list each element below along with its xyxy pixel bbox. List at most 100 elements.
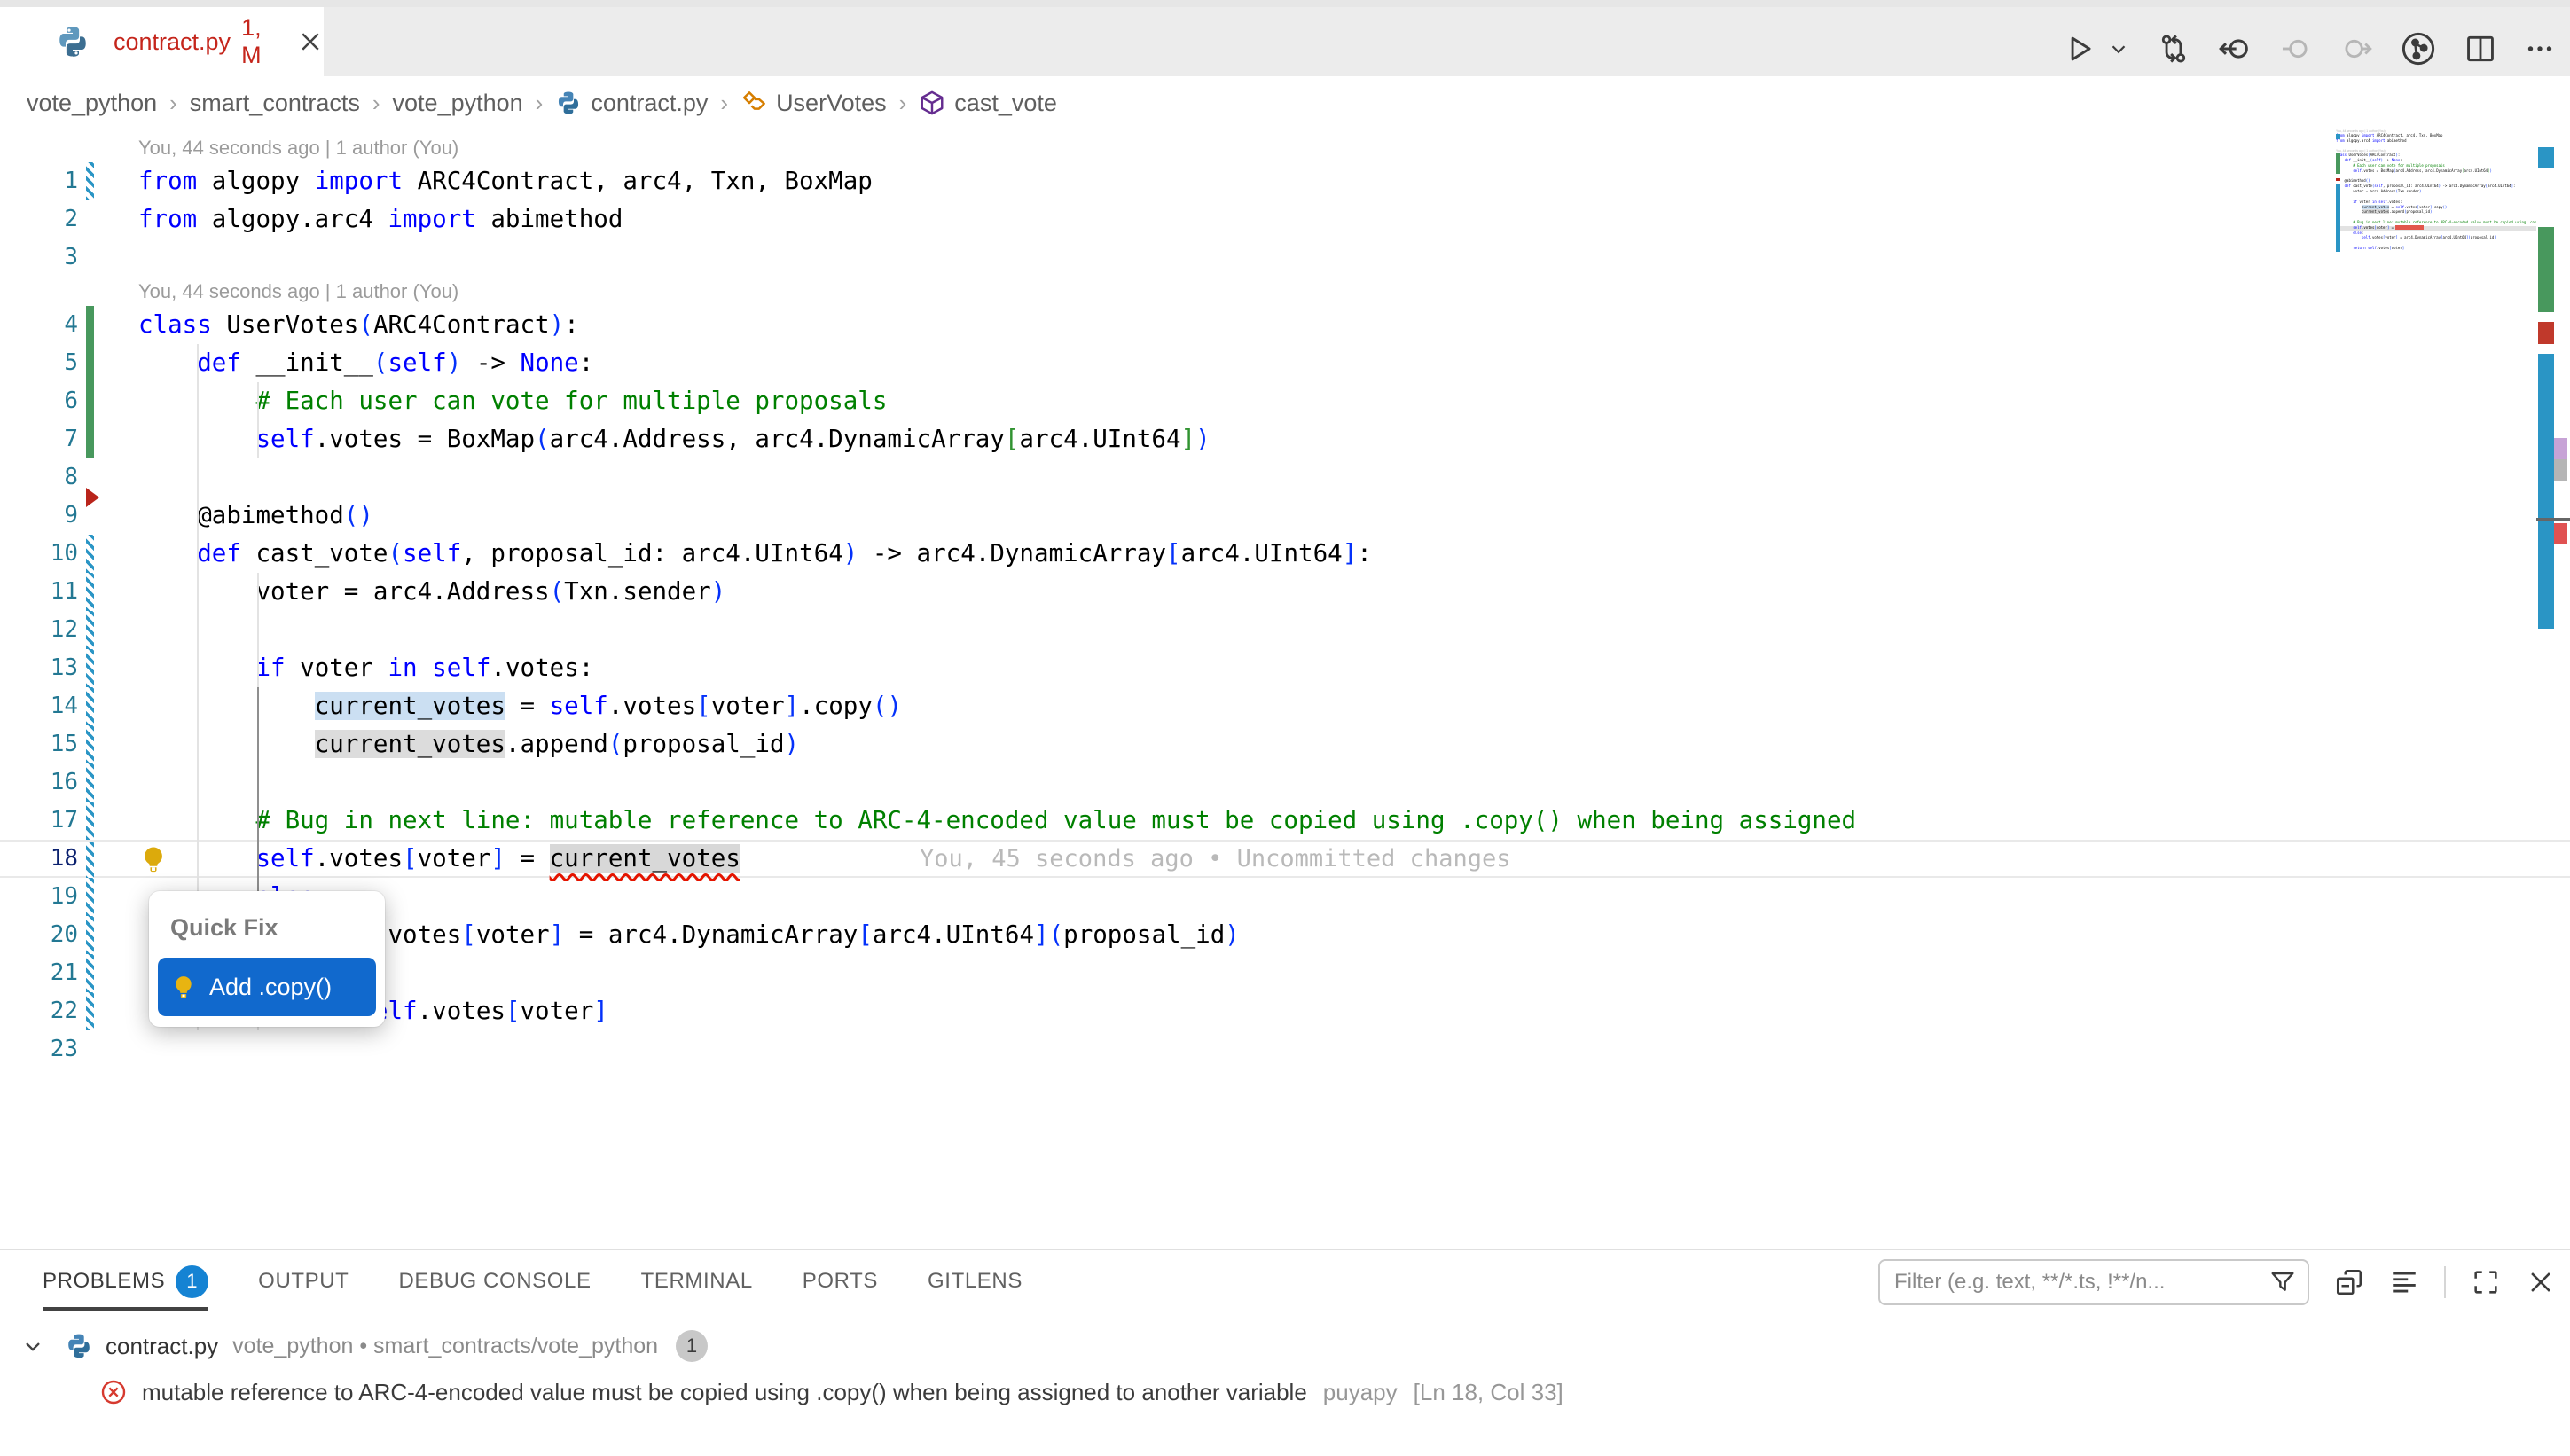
line-number[interactable]: 8 [0,458,78,497]
code-line-19[interactable]: 19 else: [0,878,2570,916]
code-editor[interactable]: You, 44 seconds ago | 1 author (You)1fro… [0,129,2570,1249]
line-number[interactable]: 11 [0,573,78,611]
line-number[interactable]: 6 [0,382,78,420]
code-line-18[interactable]: 18 self.votes[voter] = current_votesYou,… [0,840,2570,878]
commit-graph-icon[interactable] [2400,30,2437,67]
code-line-16[interactable]: 16 [0,763,2570,802]
git-added-gutter-marker[interactable] [86,306,94,344]
line-number[interactable]: 2 [0,200,78,239]
breadcrumb-folder[interactable]: vote_python [27,90,157,117]
git-added-gutter-marker[interactable] [86,420,94,458]
breadcrumb-folder[interactable]: vote_python [393,90,523,117]
git-modified-gutter-marker[interactable] [86,687,94,725]
gitlens-blame-lens[interactable]: You, 44 seconds ago | 1 author (You) [0,277,2570,306]
tab-terminal[interactable]: TERMINAL [641,1250,753,1312]
line-number[interactable]: 23 [0,1030,78,1069]
previous-change-icon[interactable] [2279,32,2313,66]
line-number[interactable]: 19 [0,878,78,916]
git-modified-gutter-marker[interactable] [86,802,94,840]
line-number[interactable]: 1 [0,162,78,200]
git-modified-gutter-marker[interactable] [86,916,94,954]
breadcrumb-class[interactable]: UserVotes [740,90,887,117]
code-line-9[interactable]: 9 @abimethod() [0,497,2570,535]
breadcrumb-folder[interactable]: smart_contracts [190,90,360,117]
line-number[interactable]: 15 [0,725,78,763]
collapse-all-icon[interactable] [2334,1267,2364,1297]
line-number[interactable]: 13 [0,649,78,687]
problems-filter-input[interactable] [1894,1270,2268,1295]
git-modified-gutter-marker[interactable] [86,611,94,649]
git-modified-gutter-marker[interactable] [86,842,94,880]
overview-ruler[interactable] [2536,0,2570,1249]
view-as-table-icon[interactable] [2389,1267,2419,1297]
git-modified-gutter-marker[interactable] [86,535,94,573]
code-line-20[interactable]: 20 self.votes[voter] = arc4.DynamicArray… [0,916,2570,954]
close-tab-icon[interactable] [297,28,324,55]
next-change-icon[interactable] [2339,32,2373,66]
problems-file-group-row[interactable]: contract.py vote_python • smart_contract… [0,1325,2570,1367]
line-number[interactable]: 17 [0,802,78,840]
git-added-gutter-marker[interactable] [86,344,94,382]
code-line-11[interactable]: 11 voter = arc4.Address(Txn.sender) [0,573,2570,611]
run-python-file-icon[interactable] [2063,32,2096,66]
line-number[interactable]: 3 [0,239,78,277]
line-number[interactable]: 10 [0,535,78,573]
tab-ports[interactable]: PORTS [803,1250,878,1312]
code-line-13[interactable]: 13 if voter in self.votes: [0,649,2570,687]
breadcrumb-file[interactable]: contract.py [555,90,708,117]
line-number[interactable]: 9 [0,497,78,535]
close-panel-icon[interactable] [2526,1267,2556,1297]
code-line-5[interactable]: 5 def __init__(self) -> None: [0,344,2570,382]
line-number[interactable]: 7 [0,420,78,458]
gitlens-blame-lens[interactable]: You, 44 seconds ago | 1 author (You) [0,133,2570,162]
line-number[interactable]: 16 [0,763,78,802]
code-line-12[interactable]: 12 [0,611,2570,649]
line-number[interactable]: 18 [0,842,78,880]
line-number[interactable]: 12 [0,611,78,649]
tab-gitlens[interactable]: GITLENS [928,1250,1023,1312]
tab-debug-console[interactable]: DEBUG CONSOLE [398,1250,591,1312]
code-line-2[interactable]: 2from algopy.arc4 import abimethod [0,200,2570,239]
code-line-6[interactable]: 6 # Each user can vote for multiple prop… [0,382,2570,420]
code-line-23[interactable]: 23 [0,1030,2570,1069]
git-modified-gutter-marker[interactable] [86,878,94,916]
line-number[interactable]: 21 [0,954,78,992]
code-line-7[interactable]: 7 self.votes = BoxMap(arc4.Address, arc4… [0,420,2570,458]
code-line-8[interactable]: 8 [0,458,2570,497]
code-line-1[interactable]: 1from algopy import ARC4Contract, arc4, … [0,162,2570,200]
code-line-14[interactable]: 14 current_votes = self.votes[voter].cop… [0,687,2570,725]
git-added-gutter-marker[interactable] [86,382,94,420]
code-line-3[interactable]: 3 [0,239,2570,277]
line-number[interactable]: 20 [0,916,78,954]
tab-problems[interactable]: PROBLEMS 1 [43,1250,208,1312]
tab-contract-py[interactable]: contract.py 1, M [0,7,324,76]
problems-filter[interactable] [1878,1259,2309,1305]
breadcrumb-method[interactable]: cast_vote [919,90,1057,117]
line-number[interactable]: 4 [0,306,78,344]
git-modified-gutter-marker[interactable] [86,763,94,802]
git-modified-gutter-marker[interactable] [86,992,94,1030]
split-editor-icon[interactable] [2464,32,2497,66]
line-number[interactable]: 22 [0,992,78,1030]
git-modified-gutter-marker[interactable] [86,725,94,763]
maximize-panel-icon[interactable] [2471,1267,2501,1297]
git-compare-icon[interactable] [2157,32,2190,66]
code-line-10[interactable]: 10 def cast_vote(self, proposal_id: arc4… [0,535,2570,573]
open-changes-icon[interactable] [2217,31,2253,67]
code-line-17[interactable]: 17 # Bug in next line: mutable reference… [0,802,2570,840]
git-modified-gutter-marker[interactable] [86,649,94,687]
filter-icon[interactable] [2268,1268,2297,1296]
line-number[interactable]: 14 [0,687,78,725]
tab-output[interactable]: OUTPUT [258,1250,349,1312]
run-dropdown-chevron-icon[interactable] [2107,37,2130,60]
git-modified-gutter-marker[interactable] [86,573,94,611]
code-line-22[interactable]: 22 return self.votes[voter] [0,992,2570,1030]
chevron-down-icon[interactable] [20,1334,45,1358]
git-modified-gutter-marker[interactable] [86,954,94,992]
quick-fix-add-copy[interactable]: Add .copy() [158,958,376,1016]
line-number[interactable]: 5 [0,344,78,382]
git-modified-gutter-marker[interactable] [86,162,94,200]
code-line-21[interactable]: 21 [0,954,2570,992]
minimap[interactable]: You, 44 seconds ago | 1 author (You)from… [2336,129,2536,307]
git-deleted-gutter-marker[interactable] [86,488,99,507]
